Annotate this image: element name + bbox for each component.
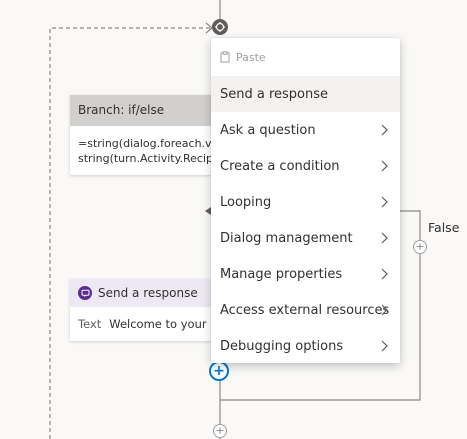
branch-if-else-card[interactable]: Branch: if/else =string(dialog.foreach.v… [70, 95, 220, 175]
chevron-right-icon [381, 160, 388, 172]
branch-card-title: Branch: if/else [70, 95, 220, 126]
menu-item-label: Ask a question [220, 122, 316, 138]
menu-item-label: Debugging options [220, 338, 344, 354]
menu-item-manage-properties[interactable]: Manage properties [211, 256, 400, 292]
false-branch-label: False [428, 220, 460, 235]
menu-item-access-external-resources[interactable]: Access external resources [211, 292, 400, 328]
paste-icon [220, 51, 231, 63]
menu-item-label: Send a response [220, 86, 329, 102]
menu-item-label: Looping [220, 194, 272, 210]
menu-item-create-a-condition[interactable]: Create a condition [211, 148, 400, 184]
chevron-right-icon [381, 124, 388, 136]
menu-item-looping[interactable]: Looping [211, 184, 400, 220]
send-card-field-value: Welcome to your bo [109, 317, 220, 331]
chat-bubble-icon [78, 286, 92, 300]
add-node-false-branch-button[interactable]: + [413, 240, 427, 254]
menu-item-debugging-options[interactable]: Debugging options [211, 328, 400, 363]
chevron-right-icon [381, 196, 388, 208]
menu-item-label: Dialog management [220, 230, 353, 246]
add-node-bottom-button[interactable]: + [213, 424, 227, 438]
add-action-context-menu: Paste Send a response Ask a question Cre… [211, 38, 400, 363]
menu-item-dialog-management[interactable]: Dialog management [211, 220, 400, 256]
chevron-right-icon [381, 304, 388, 316]
add-node-active-button[interactable]: + [209, 361, 229, 381]
menu-item-ask-a-question[interactable]: Ask a question [211, 112, 400, 148]
menu-item-label: Manage properties [220, 266, 343, 282]
branch-condition-line-2: string(turn.Activity.Recipie [78, 152, 220, 165]
menu-item-paste[interactable]: Paste [211, 38, 400, 76]
menu-item-label: Access external resources [220, 302, 390, 318]
chevron-right-icon [381, 268, 388, 280]
send-card-field-label: Text [78, 317, 102, 331]
branch-condition-line-1: =string(dialog.foreach.val [78, 137, 220, 150]
chevron-right-icon [381, 232, 388, 244]
send-response-card[interactable]: Send a response Text Welcome to your bo [70, 279, 220, 341]
branch-node-icon[interactable] [212, 19, 228, 35]
menu-item-send-a-response[interactable]: Send a response [211, 76, 400, 112]
menu-item-label: Create a condition [220, 158, 340, 174]
send-card-title: Send a response [98, 286, 198, 300]
chevron-right-icon [381, 340, 388, 352]
menu-item-paste-label: Paste [236, 50, 266, 64]
